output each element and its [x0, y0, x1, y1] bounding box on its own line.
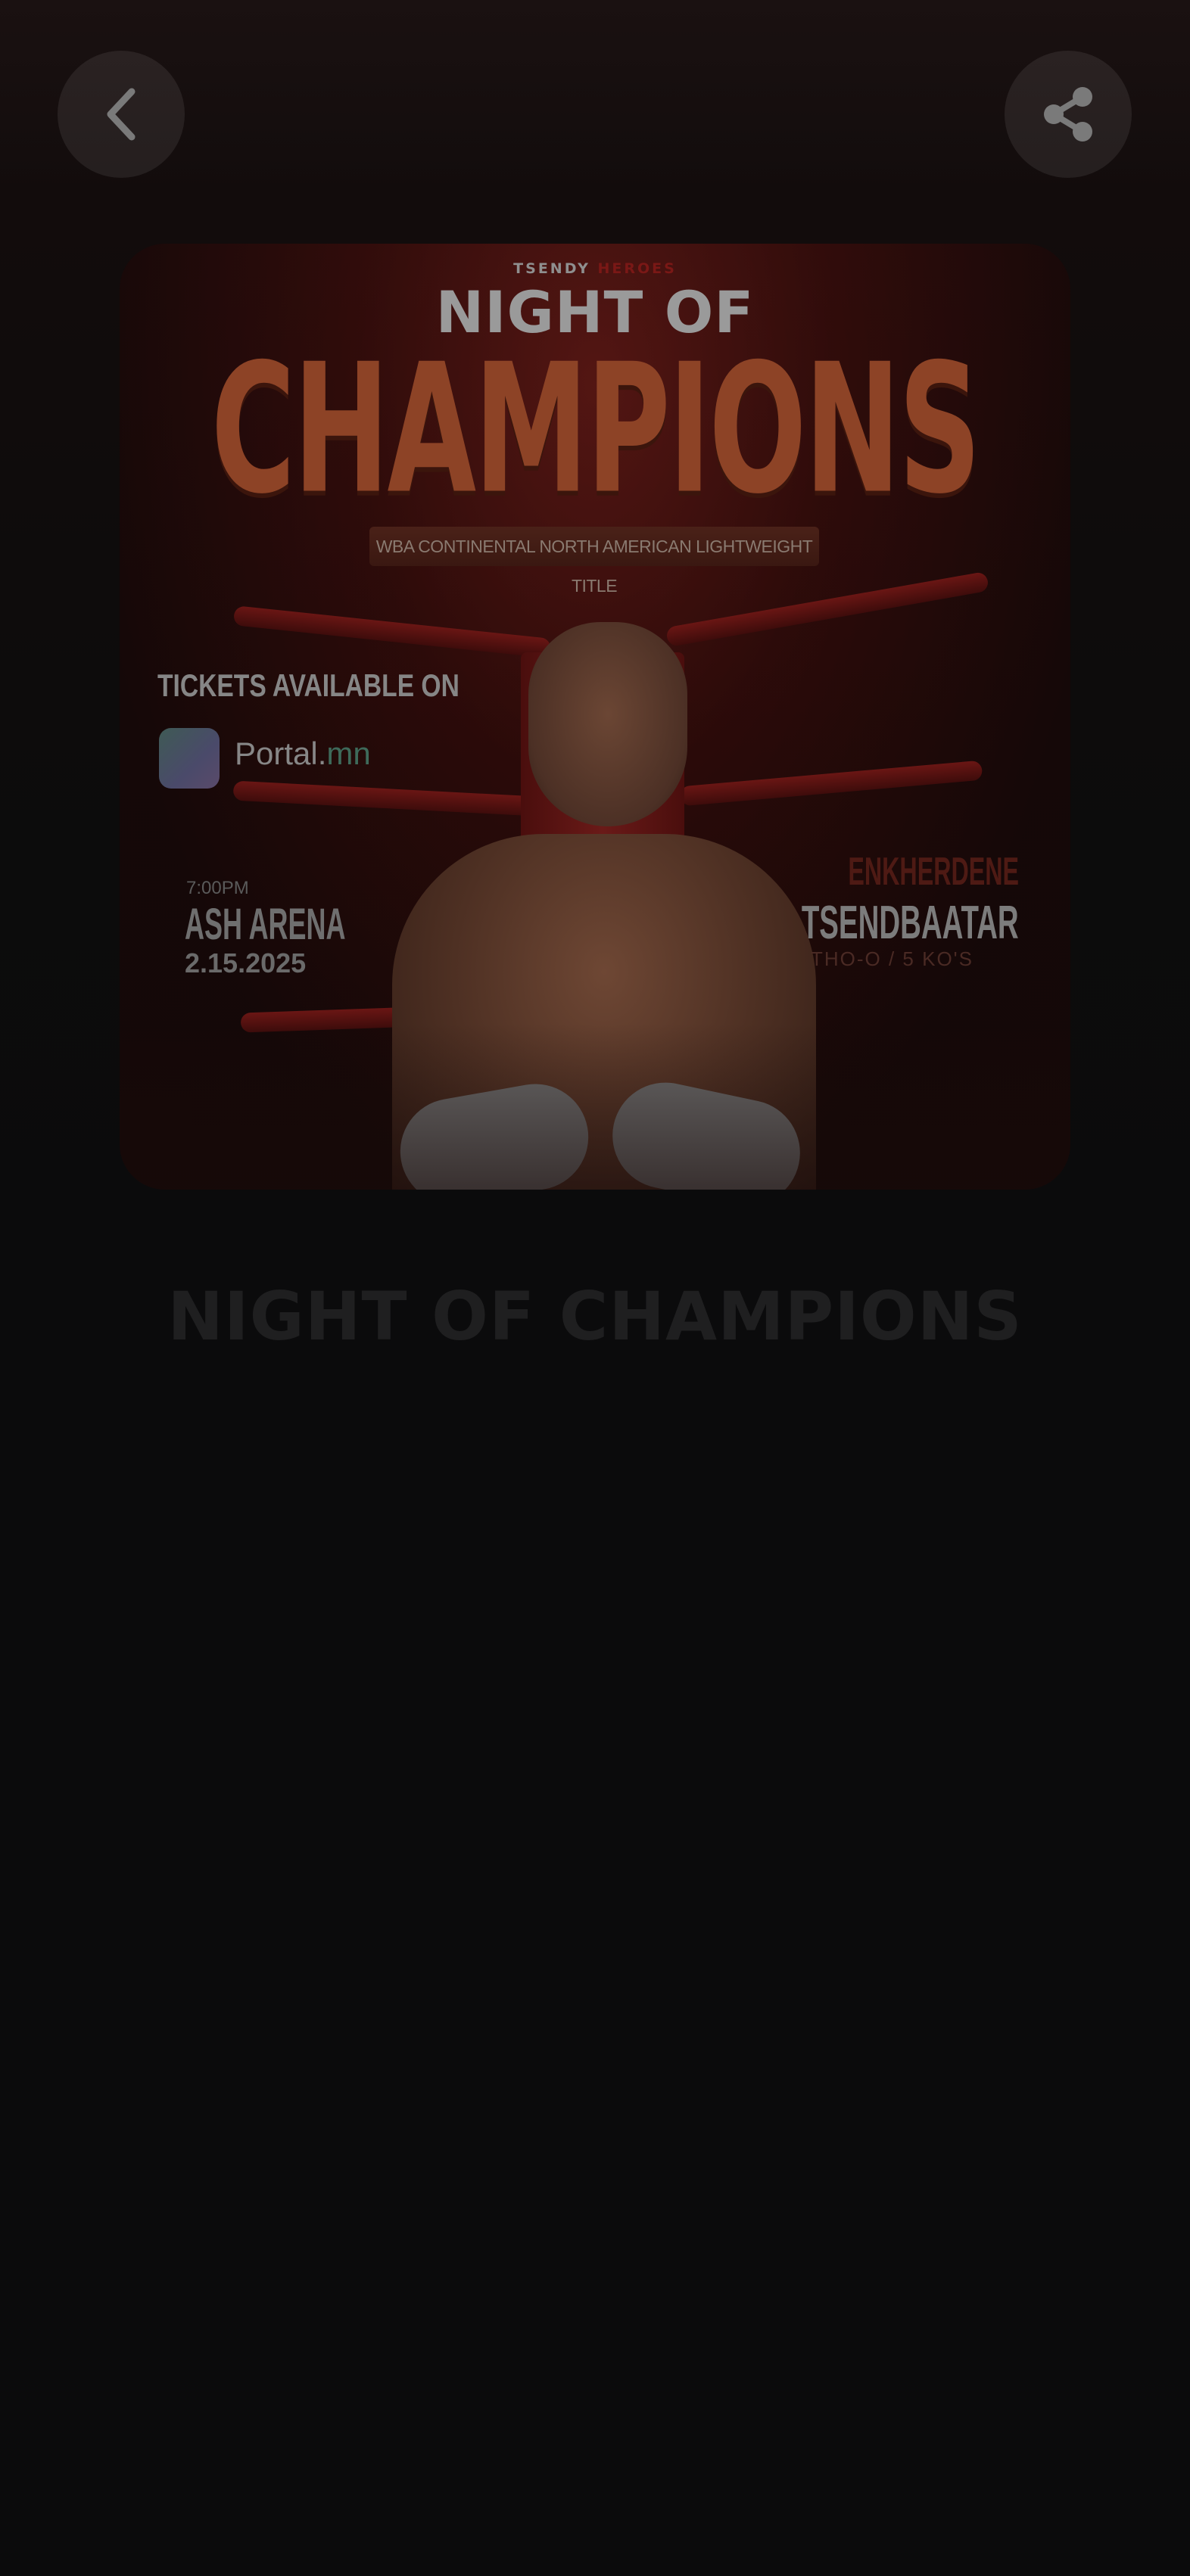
poster-title-line2: CHAMPIONS	[210, 325, 982, 534]
portal-logo-icon	[159, 728, 220, 789]
poster-event-date: 2.15.2025	[185, 947, 307, 978]
share-icon	[1044, 87, 1092, 142]
fighter-head	[528, 622, 687, 826]
event-poster-image: TSENDY HEROES NIGHT OF CHAMPIONS WBA CON…	[120, 244, 1070, 1190]
event-detail-screen: TSENDY HEROES NIGHT OF CHAMPIONS WBA CON…	[0, 0, 1190, 2576]
poster-bottom-fade	[120, 1023, 1070, 1190]
portal-wordmark: Portal.mn	[235, 736, 371, 772]
poster-fighter-last-name: TSENDBAATAR	[802, 897, 1019, 949]
poster-event-time: 7:00PM	[186, 878, 249, 898]
poster-brand-main: TSENDY	[513, 260, 590, 277]
chevron-left-icon	[107, 88, 136, 141]
back-button[interactable]	[58, 51, 185, 178]
ring-rope-top-left	[232, 605, 552, 658]
poster-brand-accent: HEROES	[597, 260, 677, 277]
ring-rope-mid-right	[679, 760, 983, 807]
poster-fighter-record: THO-O / 5 KO'S	[811, 947, 973, 970]
poster-venue-name: ASH ARENA	[185, 900, 346, 949]
portal-wordmark-accent: mn	[326, 736, 371, 771]
poster-fighter-first-name: ENKHERDENE	[848, 850, 1019, 894]
event-title: NIGHT OF CHAMPIONS	[167, 1277, 1023, 1355]
poster-tickets-text: TICKETS AVAILABLE ON	[157, 667, 459, 703]
share-button[interactable]	[1005, 51, 1132, 178]
ring-rope-mid-left	[232, 780, 537, 817]
portal-wordmark-main: Portal.	[235, 736, 327, 771]
poster-title-ribbon: WBA CONTINENTAL NORTH AMERICAN LIGHTWEIG…	[369, 527, 819, 596]
poster-brand: TSENDY HEROES	[120, 260, 1070, 277]
ring-rope-top-right	[665, 571, 989, 648]
